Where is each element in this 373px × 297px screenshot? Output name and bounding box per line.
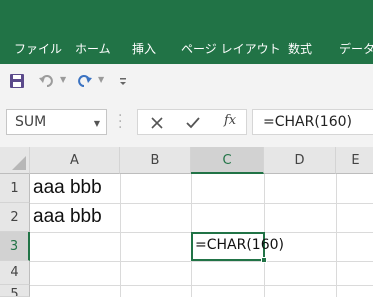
fill-handle[interactable] [261,257,267,263]
formula-buttons: fx [137,109,247,135]
tab-file[interactable]: ファイル [14,38,62,60]
column-header-d[interactable]: D [264,147,336,174]
tab-data[interactable]: データ [339,38,373,60]
chevron-down-icon[interactable]: ▼ [94,119,100,128]
insert-function-icon[interactable]: fx [224,113,236,128]
formula-text: =CHAR(160) [263,114,352,130]
worksheet-grid: A B C D E 1 2 3 4 5 aaa bbb aaa bbb =CHA… [0,147,373,297]
cell-a2[interactable]: aaa bbb [33,203,102,231]
drag-handle-icon[interactable]: · · · [118,109,122,135]
tab-formulas[interactable]: 数式 [288,38,312,60]
cell-a1[interactable]: aaa bbb [33,174,102,202]
row-header-1[interactable]: 1 [0,174,30,203]
quick-access-toolbar: ▼ ▼ [0,64,373,98]
check-icon[interactable] [184,114,202,132]
name-box[interactable]: SUM ▼ [6,109,107,135]
row-header-5[interactable]: 5 [0,285,30,297]
save-icon[interactable] [8,72,26,90]
redo-icon[interactable] [76,72,94,90]
ribbon: ファイル ホーム 挿入 ページ レイアウト 数式 データ [0,0,373,64]
tab-home[interactable]: ホーム [75,38,111,60]
ribbon-tabs: ファイル ホーム 挿入 ページ レイアウト 数式 データ [0,38,373,60]
customize-icon[interactable] [118,72,128,90]
column-header-a[interactable]: A [30,147,120,174]
row-header-3[interactable]: 3 [0,232,30,261]
select-all-corner[interactable] [0,147,30,174]
column-header-b[interactable]: B [120,147,191,174]
name-box-value: SUM [15,114,47,130]
gridline [336,174,337,297]
select-all-icon [12,156,26,170]
column-header-e[interactable]: E [336,147,373,174]
row-header-2[interactable]: 2 [0,203,30,232]
gridline [120,174,121,297]
redo-dropdown-icon[interactable]: ▼ [98,75,104,84]
cell-c3[interactable]: =CHAR(160) [191,232,284,263]
cell-c3-value: =CHAR(160) [195,237,284,253]
close-icon[interactable] [148,114,166,132]
tab-insert[interactable]: 挿入 [132,38,156,60]
gridline [30,261,373,262]
row-header-4[interactable]: 4 [0,261,30,285]
formula-bar-row: SUM ▼ · · · fx =CHAR(160) [0,98,373,147]
gridline [30,285,373,286]
column-header-c[interactable]: C [191,147,264,174]
tab-page-layout[interactable]: ページ レイアウト [181,38,281,60]
formula-input[interactable]: =CHAR(160) [252,109,373,135]
undo-icon[interactable] [38,72,56,90]
undo-dropdown-icon[interactable]: ▼ [60,75,66,84]
